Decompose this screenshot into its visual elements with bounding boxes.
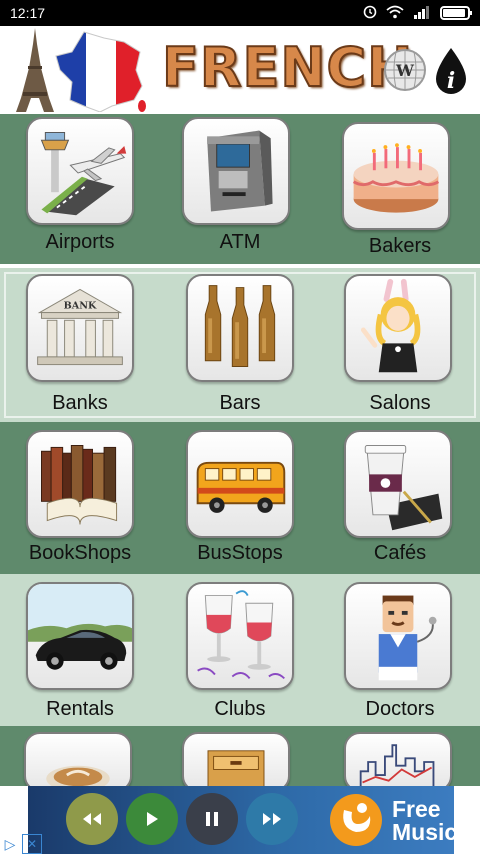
category-row: Rentals Clubs Doctors	[0, 574, 480, 726]
category-tile[interactable]	[26, 117, 134, 225]
ad-text-line1: Free	[392, 796, 441, 822]
cake-icon	[352, 143, 440, 213]
ad-content[interactable]: Free Music	[28, 786, 454, 854]
svg-text:BANK: BANK	[64, 301, 97, 312]
category-bars[interactable]: Bars	[160, 268, 320, 422]
category-tile[interactable]	[186, 274, 294, 382]
salon-icon	[360, 278, 421, 373]
france-map-icon	[54, 30, 148, 117]
category-row: Airports ATM Bakers	[0, 114, 480, 264]
filing-cabinet-icon	[207, 750, 265, 790]
category-airports[interactable]: Airports	[0, 114, 160, 264]
battery-icon	[440, 6, 472, 20]
play-icon[interactable]	[126, 793, 178, 845]
wikipedia-icon[interactable]: W	[382, 48, 428, 97]
books-icon	[40, 445, 118, 525]
coffee-cup-icon	[364, 445, 443, 531]
signal-icon	[413, 5, 431, 22]
eiffel-tower-icon	[14, 28, 56, 117]
category-row: BANK Banks Bars Salons	[0, 268, 480, 422]
ad-close-icon[interactable]: ✕	[22, 834, 42, 854]
category-label: Doctors	[365, 698, 435, 720]
category-row	[0, 726, 480, 792]
category-rentals[interactable]: Rentals	[0, 574, 160, 726]
category-clubs[interactable]: Clubs	[160, 574, 320, 726]
latte-icon	[46, 765, 110, 790]
wifi-icon	[386, 5, 404, 22]
category-partial-2[interactable]	[160, 726, 320, 792]
category-tile[interactable]	[26, 430, 134, 538]
doctor-icon	[378, 595, 437, 681]
category-atm[interactable]: ATM	[160, 114, 320, 264]
category-label: BookShops	[28, 542, 132, 564]
beer-bottles-icon	[204, 285, 276, 367]
skyline-chart-icon	[359, 744, 435, 789]
category-tile[interactable]	[186, 430, 294, 538]
category-label: Cafés	[373, 542, 427, 564]
svg-text:W: W	[395, 61, 415, 80]
category-label: Banks	[52, 392, 108, 414]
category-label: BusStops	[197, 542, 283, 564]
category-label: Clubs	[214, 698, 266, 720]
category-tile[interactable]	[342, 122, 450, 230]
app-title: FRENCH	[161, 35, 414, 100]
category-busstops[interactable]: BusStops	[160, 422, 320, 574]
category-tile[interactable]	[24, 732, 132, 792]
category-bakers[interactable]: Bakers	[320, 114, 480, 264]
category-label: Rentals	[46, 698, 114, 720]
airport-icon	[40, 132, 127, 216]
info-drop-icon[interactable]: i	[434, 46, 468, 101]
category-partial-3[interactable]	[320, 726, 480, 792]
ad-banner[interactable]: Free Music ▷ ✕	[0, 786, 480, 854]
category-banks[interactable]: BANK Banks	[0, 268, 160, 422]
category-tile[interactable]	[344, 430, 452, 538]
category-cafes[interactable]: Cafés	[320, 422, 480, 574]
category-tile[interactable]	[186, 582, 294, 690]
category-bookshops[interactable]: BookShops	[0, 422, 160, 574]
alarm-icon	[363, 5, 377, 22]
ad-info-icon[interactable]: ▷	[0, 834, 20, 854]
svg-text:i: i	[447, 68, 455, 94]
status-icons	[363, 5, 472, 22]
rewind-icon[interactable]	[66, 793, 118, 845]
category-row: BookShops BusStops Cafés	[0, 422, 480, 574]
category-label: Bakers	[368, 235, 432, 257]
uc-browser-logo	[330, 794, 382, 846]
bus-icon	[196, 461, 286, 513]
category-tile[interactable]	[182, 117, 290, 225]
category-label: Airports	[45, 231, 115, 253]
category-tile[interactable]	[26, 582, 134, 690]
fast-forward-icon[interactable]	[246, 793, 298, 845]
car-icon	[28, 584, 132, 670]
category-tile[interactable]	[344, 732, 452, 792]
category-label: Salons	[369, 392, 431, 414]
category-salons[interactable]: Salons	[320, 268, 480, 422]
status-bar: 12:17	[0, 0, 480, 26]
wine-glasses-icon	[197, 590, 285, 680]
pause-icon[interactable]	[186, 793, 238, 845]
category-tile[interactable]	[344, 582, 452, 690]
category-label: ATM	[219, 231, 261, 253]
category-label: Bars	[219, 392, 261, 414]
bank-icon: BANK	[37, 288, 123, 366]
app-header: FRENCH W i	[0, 26, 480, 114]
status-time: 12:17	[10, 5, 46, 21]
category-tile[interactable]	[182, 732, 290, 792]
ad-text: Free Music	[392, 798, 454, 844]
category-partial-1[interactable]	[0, 726, 160, 792]
category-doctors[interactable]: Doctors	[320, 574, 480, 726]
atm-icon	[207, 130, 273, 212]
category-tile[interactable]	[344, 274, 452, 382]
ad-text-line2: Music	[392, 819, 454, 845]
category-tile[interactable]: BANK	[26, 274, 134, 382]
